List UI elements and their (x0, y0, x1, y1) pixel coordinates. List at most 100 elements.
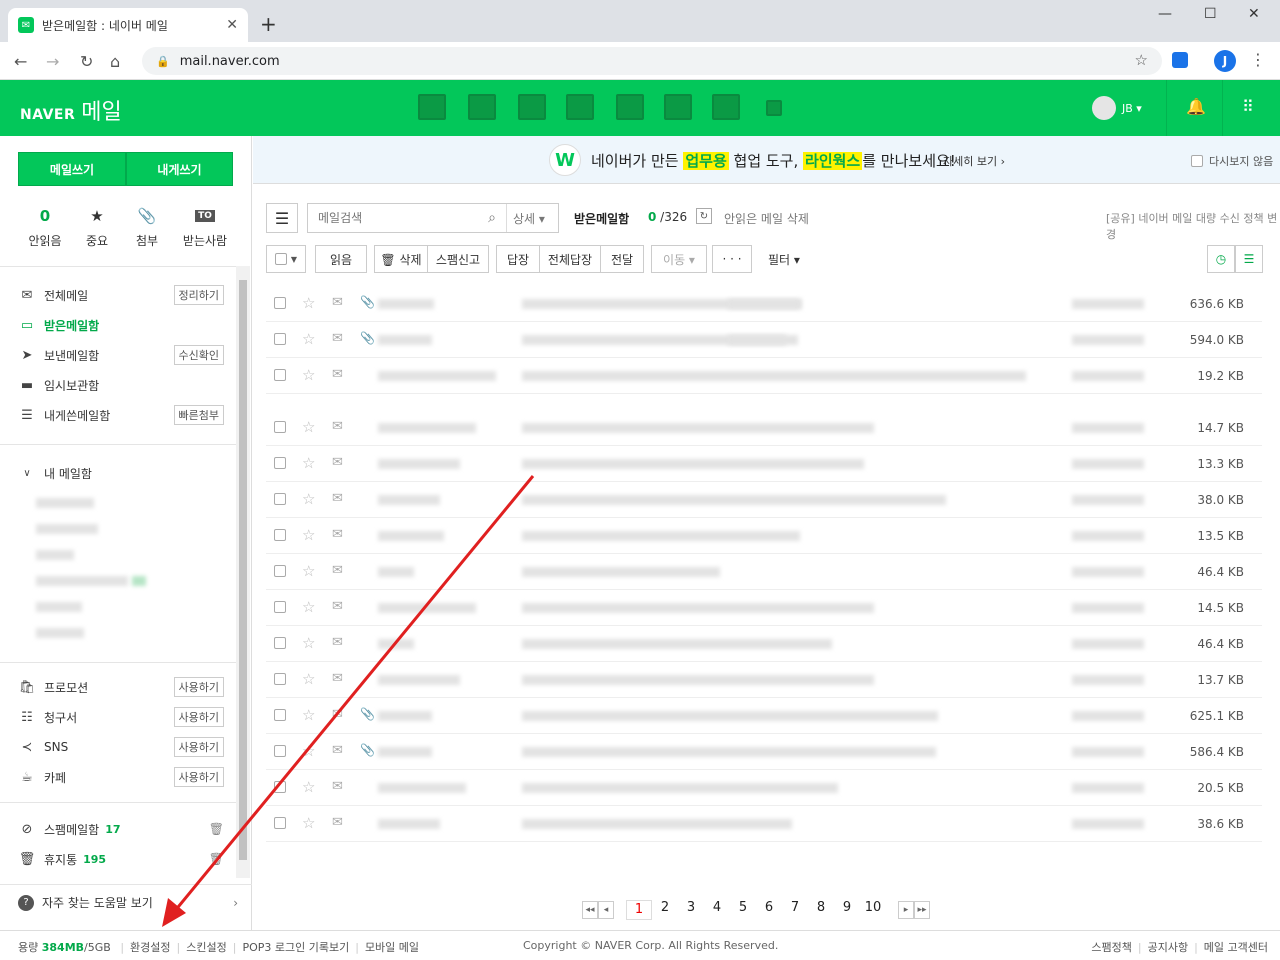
read-receipt-button[interactable]: 수신확인 (173, 345, 224, 365)
table-row[interactable]: ☆ ✉ 19.2 KB (266, 358, 1262, 394)
last-page-icon[interactable]: ▸▸ (914, 901, 930, 919)
sidebar-item-promotion[interactable]: 🛍 프로모션 사용하기 (18, 676, 224, 698)
refresh-icon[interactable]: ↻ (696, 208, 712, 224)
more-actions-button[interactable]: · · · (712, 245, 752, 273)
blurred-mail-text[interactable] (1072, 819, 1144, 829)
star-icon[interactable]: ☆ (302, 706, 315, 724)
sidebar-scrollbar[interactable] (236, 266, 250, 878)
blurred-mail-text[interactable] (522, 711, 938, 721)
footer-link[interactable]: 환경설정 (130, 941, 170, 954)
table-row[interactable]: ☆ ✉ 📎 586.4 KB (266, 734, 1262, 770)
star-icon[interactable]: ☆ (302, 742, 315, 760)
quick-unread[interactable]: 0 안읽음 (20, 206, 70, 249)
table-row[interactable]: ☆ ✉ 14.5 KB (266, 590, 1262, 626)
organize-button[interactable]: 정리하기 (173, 285, 224, 305)
page-number[interactable]: 1 (626, 900, 652, 920)
blurred-mail-text[interactable] (378, 299, 434, 309)
sidebar-item-self-mail[interactable]: ☰ 내게쓴메일함 빠른첨부 (18, 404, 224, 426)
page-number[interactable]: 7 (782, 900, 808, 920)
move-dropdown[interactable]: 이동 ▾ (651, 245, 707, 273)
row-checkbox[interactable] (274, 565, 286, 577)
blurred-mail-text[interactable] (522, 531, 800, 541)
blurred-folder[interactable] (36, 550, 74, 560)
my-mailbox-toggle[interactable]: ∨ 내 메일함 (18, 462, 224, 484)
enable-button[interactable]: 사용하기 (173, 737, 224, 757)
blurred-mail-text[interactable] (728, 335, 798, 345)
enable-button[interactable]: 사용하기 (173, 707, 224, 727)
page-number[interactable]: 8 (808, 900, 834, 920)
table-row[interactable]: ☆ ✉ 13.5 KB (266, 518, 1262, 554)
star-icon[interactable]: ☆ (302, 366, 315, 384)
blurred-folder[interactable] (36, 602, 82, 612)
table-row[interactable]: ☆ ✉ 📎 594.0 KB (266, 322, 1262, 358)
footer-link[interactable]: 스팸정책 (1091, 941, 1131, 954)
sidebar-item-cafe[interactable]: ☕ 카페 사용하기 (18, 766, 224, 788)
address-book-icon[interactable] (566, 94, 594, 120)
enable-button[interactable]: 사용하기 (173, 767, 224, 787)
blurred-mail-text[interactable] (522, 603, 874, 613)
browser-menu-icon[interactable]: ⋮ (1250, 50, 1266, 69)
row-checkbox[interactable] (274, 297, 286, 309)
minimize-icon[interactable]: — (1158, 6, 1172, 22)
page-number[interactable]: 9 (834, 900, 860, 920)
maximize-icon[interactable]: ☐ (1204, 6, 1217, 22)
contacts-list-icon[interactable] (518, 94, 546, 120)
row-checkbox[interactable] (274, 369, 286, 381)
blurred-mail-text[interactable] (378, 819, 440, 829)
reload-icon[interactable]: ↻ (80, 52, 93, 71)
footer-link[interactable]: 공지사항 (1148, 941, 1188, 954)
user-menu[interactable]: JB ▾ (1092, 96, 1142, 120)
select-all-checkbox[interactable] (274, 253, 287, 265)
blurred-mail-text[interactable] (1072, 567, 1144, 577)
blurred-mail-text[interactable] (1072, 783, 1144, 793)
blurred-mail-text[interactable] (378, 335, 432, 345)
quick-to-me[interactable]: TO 받는사람 (180, 206, 230, 249)
back-icon[interactable]: ← (14, 52, 27, 71)
sidebar-item-drafts[interactable]: ▬ 임시보관함 (18, 374, 224, 396)
star-icon[interactable]: ☆ (302, 814, 315, 832)
report-spam-button[interactable]: 스팸신고 (427, 245, 489, 273)
blurred-folder[interactable] (36, 498, 94, 508)
reply-all-button[interactable]: 전체답장 (539, 245, 601, 273)
filter-dropdown[interactable]: 필터 ▾ (768, 251, 800, 268)
folder-menu-button[interactable]: ☰ (266, 203, 298, 233)
blurred-mail-text[interactable] (1072, 459, 1144, 469)
row-checkbox[interactable] (274, 493, 286, 505)
dont-show-checkbox[interactable] (1191, 155, 1203, 167)
table-row[interactable]: ☆ ✉ 13.7 KB (266, 662, 1262, 698)
blurred-mail-text[interactable] (1072, 747, 1144, 757)
cloud-icon[interactable] (616, 94, 644, 120)
sidebar-item-sent[interactable]: ➤ 보낸메일함 수신확인 (18, 344, 224, 366)
blurred-mail-text[interactable] (378, 747, 432, 757)
page-number[interactable]: 5 (730, 900, 756, 920)
blurred-mail-text[interactable] (1072, 531, 1144, 541)
close-window-icon[interactable]: ✕ (1248, 6, 1260, 22)
policy-notice-link[interactable]: [공유] 네이버 메일 대량 수신 정책 변경 (1106, 210, 1280, 242)
table-row[interactable]: ☆ ✉ 20.5 KB (266, 770, 1262, 806)
new-tab-button[interactable]: + (260, 12, 277, 36)
empty-trash-icon[interactable]: 🗑 (209, 852, 224, 866)
close-tab-icon[interactable]: ✕ (226, 17, 238, 33)
table-row[interactable]: ☆ ✉ 📎 636.6 KB (266, 286, 1262, 322)
forward-icon[interactable]: → (46, 52, 59, 71)
row-checkbox[interactable] (274, 529, 286, 541)
star-icon[interactable]: ☆ (302, 490, 315, 508)
footer-link[interactable]: 스킨설정 (186, 941, 226, 954)
blurred-mail-text[interactable] (1072, 603, 1144, 613)
table-row[interactable]: ☆ ✉ 14.7 KB (266, 410, 1262, 446)
table-row[interactable]: ☆ ✉ 38.6 KB (266, 806, 1262, 842)
star-icon[interactable]: ☆ (302, 778, 315, 796)
extension-icon[interactable] (1172, 52, 1188, 68)
row-checkbox[interactable] (274, 781, 286, 793)
quick-attach-button[interactable]: 빠른첨부 (173, 405, 224, 425)
row-checkbox[interactable] (274, 601, 286, 613)
blurred-mail-text[interactable] (1072, 711, 1144, 721)
footer-link[interactable]: POP3 로그인 기록보기 (242, 941, 349, 954)
blurred-mail-text[interactable] (1072, 639, 1144, 649)
notification-bell-icon[interactable]: 🔔 (1186, 97, 1206, 116)
blurred-mail-text[interactable] (1072, 299, 1144, 309)
delete-button[interactable]: 🗑 삭제 (374, 245, 428, 273)
calendar-icon[interactable] (468, 94, 496, 120)
address-bar[interactable]: 🔒 mail.naver.com ☆ (142, 47, 1162, 75)
page-number[interactable]: 2 (652, 900, 678, 920)
